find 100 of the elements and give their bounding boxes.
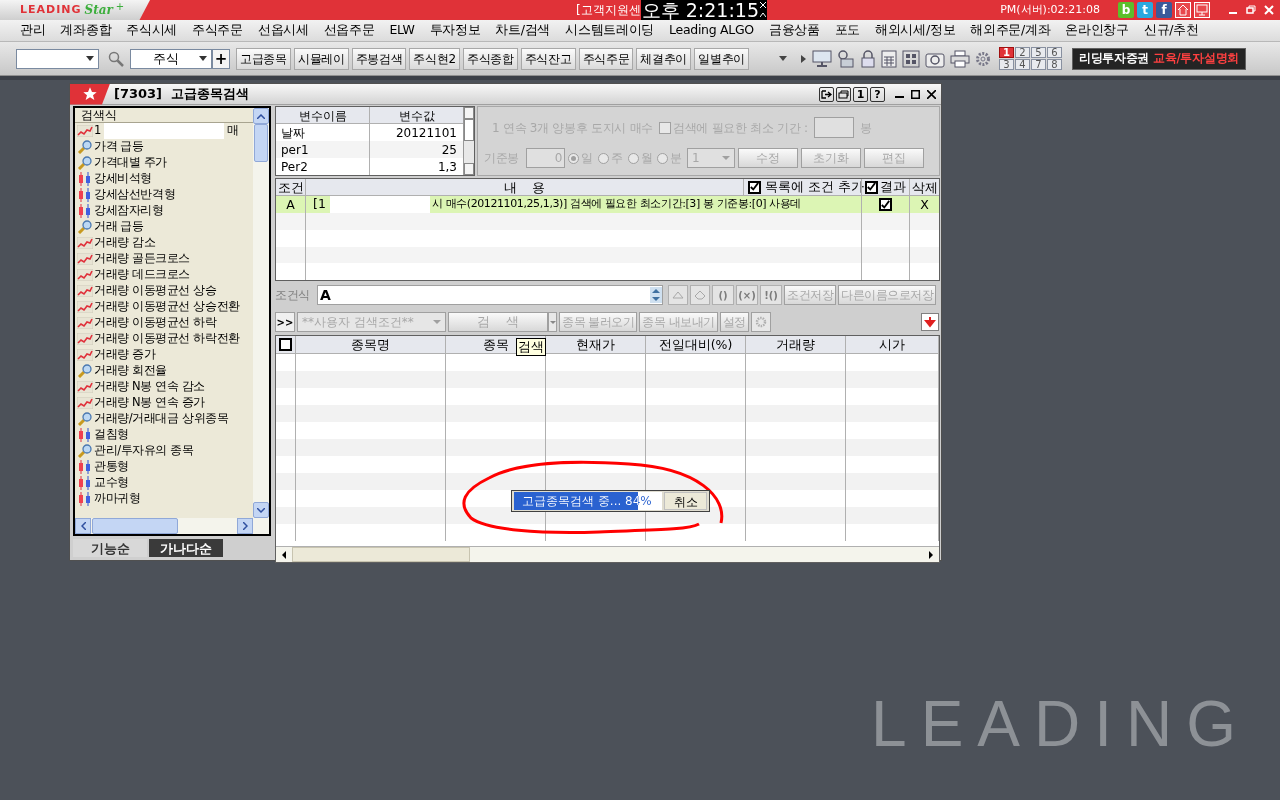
formula-item[interactable]: 거래량 N봉 연속 감소 xyxy=(75,379,253,395)
spinner-icon[interactable] xyxy=(650,287,662,303)
grid-icon[interactable] xyxy=(901,49,920,68)
scroll-up-button[interactable] xyxy=(464,107,474,119)
menu-item[interactable]: 선옵주문 xyxy=(323,21,375,40)
screen-number[interactable]: 8 xyxy=(1046,59,1062,70)
formula-item[interactable]: 교수형 xyxy=(75,475,253,491)
sort-tab[interactable]: 가나다순 xyxy=(149,539,223,557)
checkbox[interactable] xyxy=(748,180,761,194)
formula-item[interactable]: 가격대별 주가 xyxy=(75,155,253,171)
monitor-icon[interactable] xyxy=(811,49,832,68)
toolbar-button[interactable]: 주식종합 xyxy=(462,47,518,70)
formula-item[interactable]: 거래량 이동평균선 상승 xyxy=(75,283,253,299)
toolbar-button[interactable]: 주봉검색 xyxy=(351,47,407,70)
scrollbar-thumb[interactable] xyxy=(292,547,470,562)
menu-item[interactable]: 포도 xyxy=(834,21,861,40)
checkbox[interactable] xyxy=(879,198,892,211)
caret-icon[interactable] xyxy=(778,56,787,61)
toolbar-button[interactable]: 고급종목 xyxy=(236,47,291,70)
formula-item[interactable]: 거래량 이동평균선 하락 xyxy=(75,315,253,331)
menu-item[interactable]: 신규/추천 xyxy=(1143,21,1199,40)
screen-number[interactable]: 6 xyxy=(1046,47,1062,58)
market-dropdown[interactable]: 주식 xyxy=(130,48,212,69)
cancel-button[interactable]: 취소 xyxy=(664,492,707,510)
menu-item[interactable]: 해외시세/정보 xyxy=(875,21,956,40)
formula-item[interactable]: 관통형 xyxy=(75,459,253,475)
condition-row[interactable]: A [1 시 매수(20121101,25,1,3)] 검색에 필요한 최소기간:[3] 봉 기준봉:[0] 사용데 X xyxy=(276,196,939,213)
sort-tab[interactable]: 기능순 xyxy=(73,539,147,557)
add-button[interactable]: + xyxy=(212,48,230,69)
menu-item[interactable]: 차트/검색 xyxy=(495,21,551,40)
scrollbar-thumb[interactable] xyxy=(92,518,178,534)
formula-item[interactable]: 거래 급등 xyxy=(75,219,253,235)
scrollbar-thumb[interactable] xyxy=(464,119,474,141)
formula-item[interactable]: 거래량 이동평균선 상승전환 xyxy=(75,299,253,315)
menu-item[interactable]: 선옵시세 xyxy=(257,21,309,40)
horizontal-scrollbar[interactable] xyxy=(276,546,939,562)
formula-item[interactable]: 거래량 데드크로스 xyxy=(75,267,253,283)
toolbar-button[interactable]: 시뮬레이 xyxy=(293,47,349,70)
formula-item[interactable]: 거래량 감소 xyxy=(75,235,253,251)
caret-icon[interactable] xyxy=(800,54,806,63)
menu-item[interactable]: 주식주문 xyxy=(192,21,243,40)
toolbar-button[interactable]: 주식현2 xyxy=(409,47,460,70)
calculator-icon[interactable] xyxy=(880,49,897,68)
promo-banner[interactable]: 리딩투자증권 교육/투자설명회 xyxy=(1071,47,1246,70)
formula-item[interactable]: 강세삼선반격형 xyxy=(75,187,253,203)
menu-item[interactable]: 계좌종합 xyxy=(60,21,112,40)
vertical-scrollbar[interactable] xyxy=(463,107,474,175)
formula-item[interactable]: 강세비석형 xyxy=(75,171,253,187)
formula-item[interactable]: 걸침형 xyxy=(75,427,253,443)
home-icon[interactable] xyxy=(1175,2,1191,18)
screen-number[interactable]: 5 xyxy=(1030,47,1046,58)
horizontal-scrollbar[interactable] xyxy=(75,518,269,534)
menu-item[interactable]: 투자정보 xyxy=(429,21,481,40)
formula-item[interactable]: 까마귀형 xyxy=(75,491,253,507)
screen-number[interactable]: 3 xyxy=(998,59,1014,70)
account-dropdown[interactable] xyxy=(16,48,99,69)
search-dropdown-button[interactable] xyxy=(548,312,557,332)
menu-item[interactable]: 해외주문/계좌 xyxy=(970,21,1051,40)
menu-item[interactable]: Leading ALGO xyxy=(669,21,754,40)
menu-item[interactable]: 시스템트레이딩 xyxy=(565,21,655,40)
search-icon[interactable] xyxy=(108,50,124,67)
number-button[interactable]: 1 xyxy=(853,86,868,102)
toolbar-button[interactable]: 주식잔고 xyxy=(520,47,576,70)
screen-number[interactable]: 7 xyxy=(1030,59,1046,70)
checkbox[interactable] xyxy=(279,338,292,351)
maximize-icon[interactable] xyxy=(911,89,920,99)
menu-item[interactable]: 온라인창구 xyxy=(1065,21,1129,40)
scroll-down-button[interactable] xyxy=(464,163,474,175)
social-button[interactable]: f xyxy=(1156,2,1172,18)
menu-item[interactable]: 주식시세 xyxy=(126,21,178,40)
formula-item[interactable]: 거래량 N봉 연속 증가 xyxy=(75,395,253,411)
printer-icon[interactable] xyxy=(949,49,970,68)
settings-button[interactable] xyxy=(750,312,771,332)
scrollbar-thumb[interactable] xyxy=(254,124,268,162)
export-button[interactable] xyxy=(921,313,939,331)
close-icon[interactable] xyxy=(927,89,936,99)
help-button[interactable]: ? xyxy=(870,86,885,102)
toolbar-button[interactable]: 일별추이 xyxy=(694,47,749,70)
screen-number[interactable]: 2 xyxy=(1014,47,1030,58)
exit-icon[interactable] xyxy=(819,86,834,102)
menu-item[interactable]: 관리 xyxy=(20,21,46,40)
formula-item[interactable]: 가격 급등 xyxy=(75,139,253,155)
formula-item[interactable]: 거래량 이동평균선 하락전환 xyxy=(75,331,253,347)
formula-item[interactable]: 거래량 증가 xyxy=(75,347,253,363)
formula-item[interactable]: 거래량 골든크로스 xyxy=(75,251,253,267)
monitor-icon[interactable] xyxy=(1194,2,1210,18)
lock-icon[interactable] xyxy=(859,49,876,68)
cascade-icon[interactable] xyxy=(836,86,851,102)
close-icon[interactable] xyxy=(760,0,767,20)
screen-number[interactable]: 4 xyxy=(1014,59,1030,70)
menu-item[interactable]: 금융상품 xyxy=(768,21,820,40)
restore-icon[interactable] xyxy=(1246,5,1256,15)
formula-item[interactable]: 1 매 xyxy=(75,123,253,139)
screen-number[interactable]: 1 xyxy=(998,47,1014,58)
formula-item[interactable]: 강세잠자리형 xyxy=(75,203,253,219)
formula-item[interactable]: 관리/투자유의 종목 xyxy=(75,443,253,459)
toolbar-button[interactable]: 체결추이 xyxy=(636,47,692,70)
keys-icon[interactable] xyxy=(836,49,855,68)
toolbar-button[interactable]: 주식주문 xyxy=(578,47,634,70)
vertical-scrollbar[interactable] xyxy=(253,108,269,518)
